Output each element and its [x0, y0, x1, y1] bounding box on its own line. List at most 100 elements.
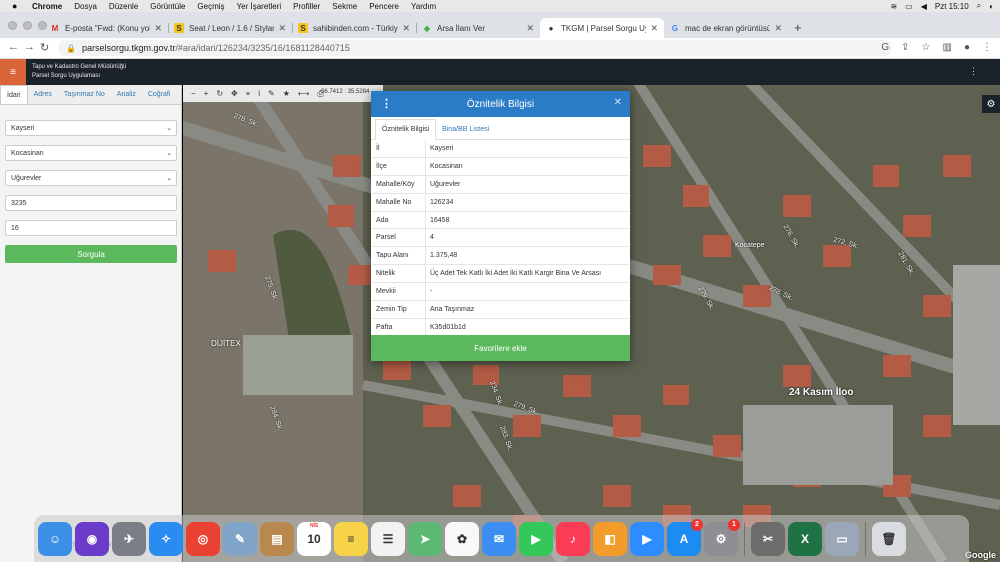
facetime-icon[interactable]: ▶	[519, 521, 553, 556]
notes-icon[interactable]: ≡	[334, 521, 368, 556]
gear-icon[interactable]: ⚙	[982, 95, 1000, 113]
notes-brown-icon[interactable]: ▤	[260, 521, 294, 556]
trash-icon[interactable]: 🗑	[872, 521, 906, 556]
parsel-input[interactable]: 16	[5, 220, 177, 236]
menu-app-name[interactable]: Chrome	[32, 2, 62, 11]
tab-close-icon[interactable]: ✕	[154, 23, 162, 34]
menu-sekme[interactable]: Sekme	[332, 2, 357, 11]
tab-oznitelik[interactable]: Öznitelik Bilgisi	[375, 119, 437, 140]
utilities-icon[interactable]: ✂	[751, 521, 785, 556]
finder-icon[interactable]: ☺	[38, 521, 72, 556]
sahibinden-icon: S	[298, 23, 308, 33]
tab-tkgm-active[interactable]: ● TKGM | Parsel Sorgu Uygulama ✕	[540, 18, 664, 38]
settings-icon[interactable]: ⚙ 1	[704, 518, 740, 556]
menu-goruntule[interactable]: Görüntüle	[150, 2, 185, 11]
wifi-icon[interactable]: ≋	[890, 2, 897, 11]
app-menu-icon[interactable]: ⋮	[969, 66, 978, 77]
calendar-icon[interactable]: 10 NİS	[297, 521, 331, 556]
new-tab-button[interactable]: +	[794, 20, 802, 35]
tab-seat-leon[interactable]: S Seat / Leon / 1.6 / Stylance / Sa ✕	[168, 18, 292, 38]
zoom-in-icon[interactable]: +	[204, 89, 209, 98]
tab-adres[interactable]: Adres	[28, 85, 58, 104]
tab-sahibinden[interactable]: S sahibinden.com - Türkiye'nin C ✕	[292, 18, 416, 38]
close-icon[interactable]: ✕	[614, 97, 622, 108]
row-value: Uğurevler	[430, 180, 461, 188]
preview-icon[interactable]: ✎	[223, 521, 257, 556]
address-bar[interactable]: 🔒 parselsorgu.tkgm.gov.tr /#ara/idari/12…	[58, 40, 892, 56]
location-pin-icon: ●	[548, 23, 554, 33]
il-select[interactable]: Kayseri ⌄	[5, 120, 177, 136]
chrome-icon[interactable]: ◎	[186, 521, 220, 556]
safari-icon[interactable]: ✧	[149, 521, 183, 556]
control-center-icon[interactable]: ◐	[989, 2, 994, 11]
kebab-menu-icon[interactable]: ⋮	[381, 97, 392, 110]
pan-icon[interactable]: ✥	[231, 89, 238, 98]
attribute-modal: ⋮ Öznitelik Bilgisi ✕ Öznitelik Bilgisi …	[371, 91, 630, 361]
menu-yardim[interactable]: Yardım	[411, 2, 436, 11]
reload-icon[interactable]: ↻	[40, 41, 49, 54]
refresh-icon[interactable]: ↻	[216, 89, 223, 98]
favorite-star-icon[interactable]: ★	[283, 89, 290, 98]
tab-close-icon[interactable]: ✕	[650, 23, 658, 34]
ada-input[interactable]: 3235	[5, 195, 177, 211]
apple-icon[interactable]: ●	[12, 1, 22, 11]
zoom-icon[interactable]: ▶	[630, 521, 664, 556]
sorgula-button[interactable]: Sorgula	[5, 245, 177, 263]
add-to-favorites-button[interactable]: Favorilere ekle	[371, 335, 630, 361]
row-key: Nitelik	[372, 265, 426, 283]
excel-icon[interactable]: X	[788, 521, 822, 556]
google-lens-icon[interactable]: G	[881, 42, 889, 53]
profile-icon[interactable]: ●	[964, 42, 970, 53]
messages-icon[interactable]: ✉	[482, 521, 516, 556]
search-icon[interactable]: ⌕	[977, 1, 981, 11]
menu-gecmis[interactable]: Geçmiş	[197, 2, 224, 11]
tab-google-search[interactable]: G mac de ekran görüntüsü alma ✕	[664, 18, 788, 38]
tab-email[interactable]: M E-posta "Fwd: (Konu yok)" — ✕	[44, 18, 168, 38]
sidepanel-icon[interactable]: ▥	[943, 42, 952, 53]
volume-icon[interactable]: ◀	[921, 2, 927, 11]
menu-duzenle[interactable]: Düzenle	[109, 2, 138, 11]
forward-arrow-icon[interactable]: →	[24, 41, 35, 53]
launchpad-icon[interactable]: ✈	[112, 521, 146, 556]
reminders-icon[interactable]: ☰	[371, 521, 405, 556]
bookmark-star-icon[interactable]: ☆	[922, 42, 931, 53]
tab-bina-bb-listesi[interactable]: Bina/BB Listesi	[436, 120, 495, 139]
mahalle-select[interactable]: Uğurevler ⌄	[5, 170, 177, 186]
map-label-24-kasim: 24 Kasım İloo	[789, 387, 854, 398]
ilce-select[interactable]: Kocasinan ⌄	[5, 145, 177, 161]
hamburger-menu-icon[interactable]: ≡	[0, 59, 26, 85]
screenshot-icon[interactable]: ▭	[825, 521, 859, 556]
measure-icon[interactable]: ✎	[268, 89, 275, 98]
clock[interactable]: Pzt 15:10	[935, 2, 969, 11]
tab-idari[interactable]: İdari	[0, 85, 28, 104]
zoom-out-icon[interactable]: −	[191, 89, 196, 98]
battery-icon[interactable]: ▭	[905, 2, 913, 11]
tab-close-icon[interactable]: ✕	[402, 23, 410, 34]
distance-icon[interactable]: ⟷	[298, 89, 309, 98]
tab-tasinmaz-no[interactable]: Taşınmaz No	[58, 85, 111, 104]
tab-close-icon[interactable]: ✕	[278, 23, 286, 34]
info-icon[interactable]: i	[258, 89, 260, 98]
tab-arsa-ilani[interactable]: ◆ Arsa İlanı Ver ✕	[416, 18, 540, 38]
menu-profiller[interactable]: Profiller	[293, 2, 320, 11]
share-icon[interactable]: ⇪	[901, 42, 909, 53]
siri-icon[interactable]: ◉	[75, 521, 109, 556]
minimize-window-button[interactable]	[23, 21, 32, 30]
tab-close-icon[interactable]: ✕	[526, 23, 534, 34]
close-window-button[interactable]	[8, 21, 17, 30]
locate-icon[interactable]: ⌖	[246, 89, 251, 99]
menu-yer-isaretleri[interactable]: Yer İşaretleri	[237, 2, 282, 11]
tab-close-icon[interactable]: ✕	[774, 23, 782, 34]
menu-dosya[interactable]: Dosya	[74, 2, 97, 11]
menu-pencere[interactable]: Pencere	[369, 2, 399, 11]
maps-icon[interactable]: ➤	[408, 521, 442, 556]
photos-icon[interactable]: ✿	[445, 521, 479, 556]
tab-analiz[interactable]: Analiz	[111, 85, 142, 104]
music-icon[interactable]: ♪	[556, 521, 590, 556]
chrome-menu-icon[interactable]: ⋮	[982, 42, 992, 53]
appstore-icon[interactable]: A2	[667, 518, 703, 556]
lock-icon[interactable]: 🔒	[66, 44, 76, 53]
back-arrow-icon[interactable]: ←	[8, 41, 19, 53]
tab-cografi[interactable]: Coğrafi	[142, 85, 177, 104]
books-icon[interactable]: ◧	[593, 521, 627, 556]
